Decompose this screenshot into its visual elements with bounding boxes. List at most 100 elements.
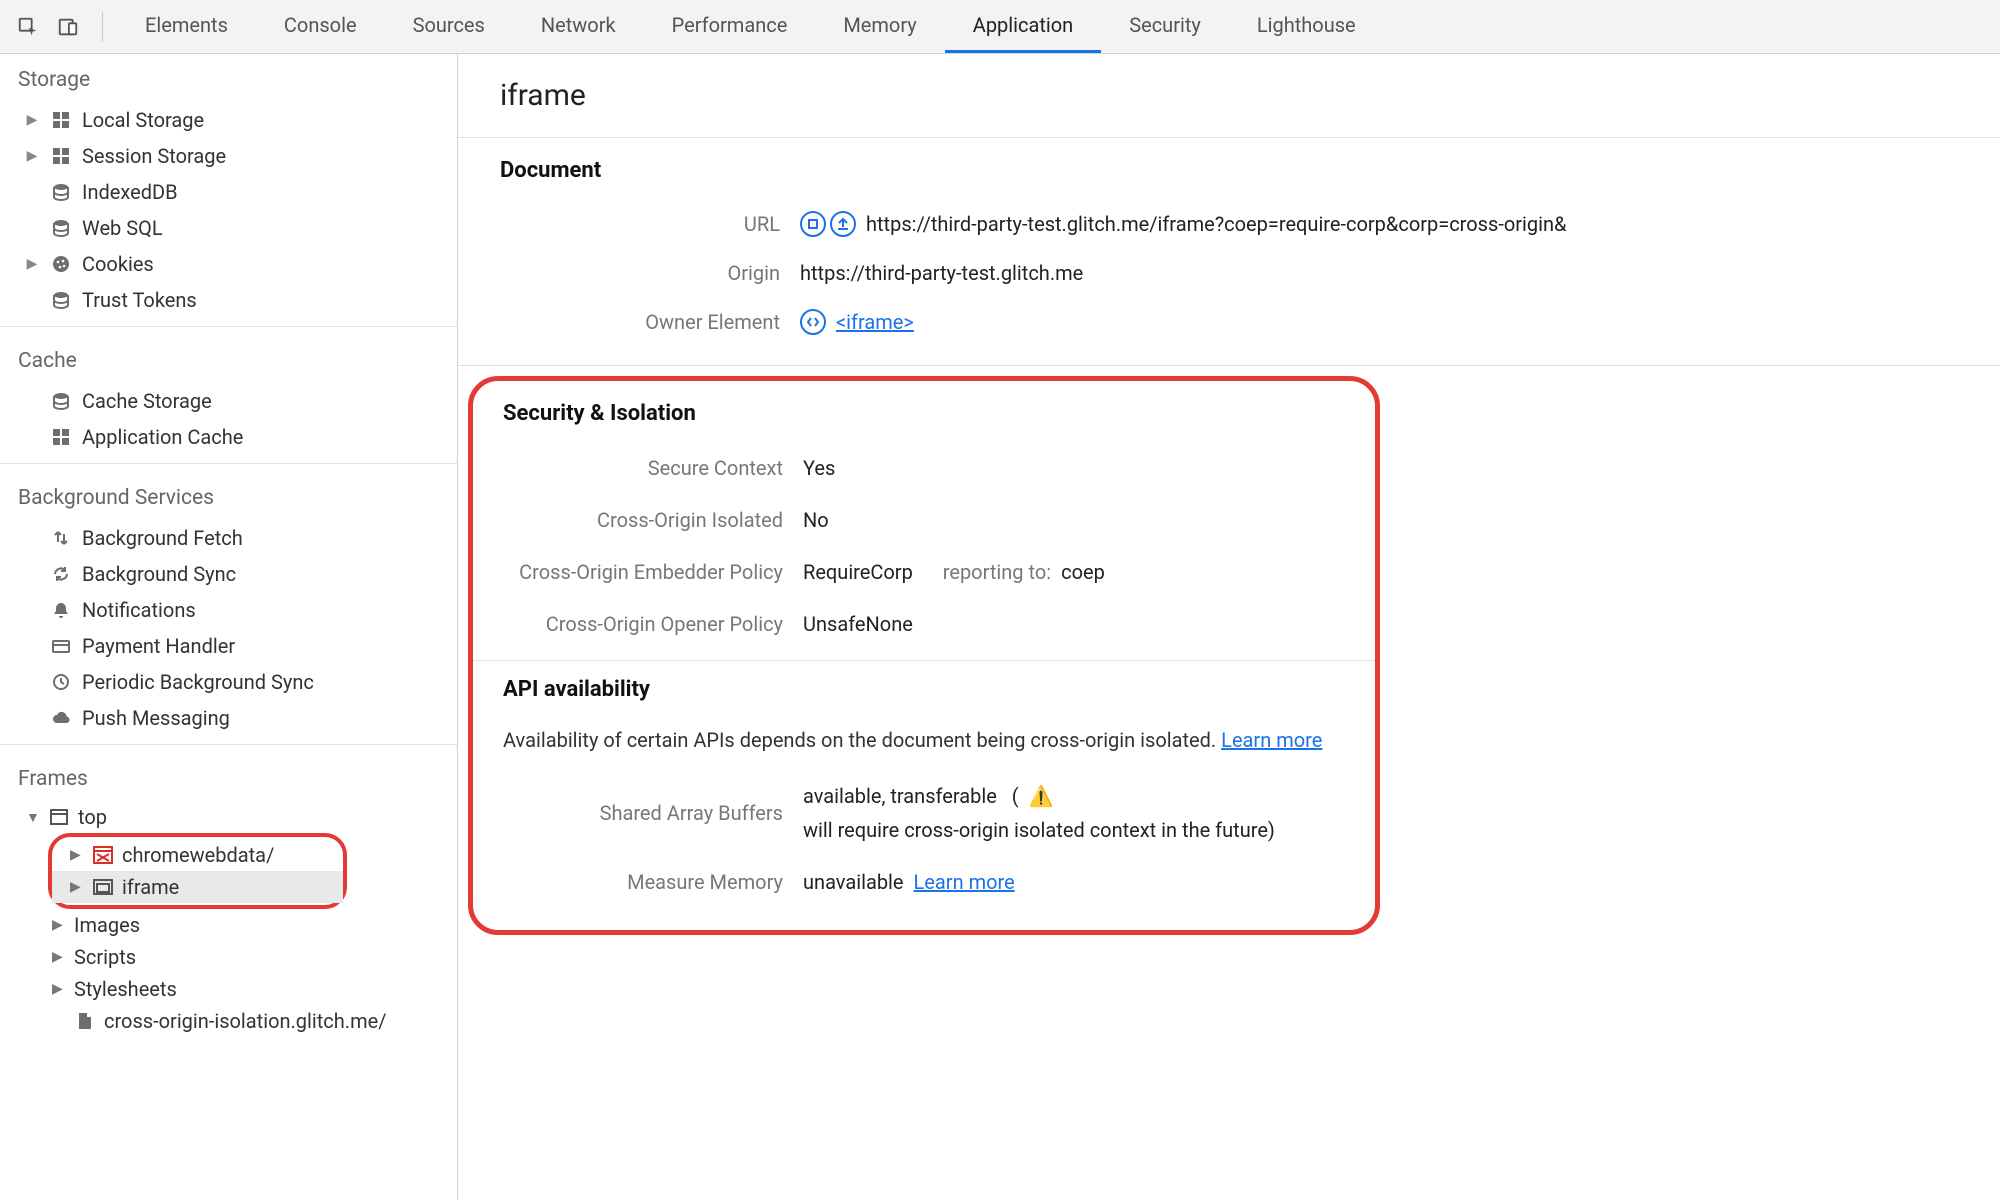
topbar-tool-icons — [10, 15, 92, 39]
value-measure-memory: unavailable — [803, 870, 904, 894]
frame-folder-images[interactable]: ▶ Images — [16, 909, 457, 941]
frame-folder-stylesheets[interactable]: ▶ Stylesheets — [16, 973, 457, 1005]
row-measure-memory: Measure Memory unavailable Learn more — [503, 856, 1345, 908]
device-toolbar-icon[interactable] — [56, 15, 80, 39]
sidebar-item-periodic-sync[interactable]: Periodic Background Sync — [0, 664, 457, 700]
expand-arrow-icon[interactable]: ▼ — [26, 809, 40, 826]
expand-arrow-icon[interactable]: ▶ — [52, 917, 66, 933]
value-coop: UnsafeNone — [803, 612, 913, 636]
expand-arrow-icon[interactable]: ▶ — [24, 112, 40, 128]
open-in-new-icon[interactable] — [830, 211, 856, 237]
owner-element-link[interactable]: <iframe> — [836, 310, 914, 334]
grid-icon — [50, 145, 72, 167]
coep-reporting-value: coep — [1061, 560, 1105, 584]
sync-icon — [50, 563, 72, 585]
api-availability-desc: Availability of certain APIs depends on … — [503, 718, 1345, 770]
api-availability-section: API availability Availability of certain… — [493, 671, 1355, 908]
document-section: Document URL https://third-party-test.gl… — [458, 138, 2000, 359]
divider — [102, 12, 103, 42]
sidebar-item-label: Notifications — [82, 598, 196, 622]
sidebar-item-session-storage[interactable]: ▶ Session Storage — [0, 138, 457, 174]
frame-file[interactable]: cross-origin-isolation.glitch.me/ — [16, 1005, 457, 1037]
sidebar-item-label: Web SQL — [82, 216, 163, 240]
frame-folder-scripts[interactable]: ▶ Scripts — [16, 941, 457, 973]
section-heading-security: Security & Isolation — [503, 401, 1345, 426]
learn-more-link[interactable]: Learn more — [914, 870, 1015, 894]
frame-label: Images — [74, 913, 140, 937]
database-icon — [50, 289, 72, 311]
database-icon — [50, 181, 72, 203]
transfer-icon — [50, 527, 72, 549]
frame-iframe[interactable]: ▶ iframe — [52, 871, 343, 903]
origin-value: https://third-party-test.glitch.me — [800, 261, 1083, 285]
sidebar-item-label: Cookies — [82, 252, 154, 276]
sidebar-item-payment-handler[interactable]: Payment Handler — [0, 628, 457, 664]
grid-icon — [50, 426, 72, 448]
label-coop: Cross-Origin Opener Policy — [503, 612, 783, 636]
clock-icon — [50, 671, 72, 693]
sidebar-item-label: Payment Handler — [82, 634, 235, 658]
sidebar-item-label: Local Storage — [82, 108, 204, 132]
tab-sources[interactable]: Sources — [385, 0, 513, 53]
page-title: iframe — [458, 54, 2000, 138]
expand-arrow-icon[interactable]: ▶ — [24, 148, 40, 164]
sidebar-item-websql[interactable]: Web SQL — [0, 210, 457, 246]
label-coep: Cross-Origin Embedder Policy — [458, 560, 783, 584]
label-measure-memory: Measure Memory — [503, 870, 783, 894]
expand-arrow-icon[interactable]: ▶ — [52, 949, 66, 965]
sidebar-item-background-sync[interactable]: Background Sync — [0, 556, 457, 592]
expand-arrow-icon[interactable]: ▶ — [70, 847, 84, 863]
sidebar-item-cache-storage[interactable]: Cache Storage — [0, 383, 457, 419]
inspect-element-icon[interactable] — [16, 15, 40, 39]
sidebar-item-indexeddb[interactable]: IndexedDB — [0, 174, 457, 210]
expand-arrow-icon[interactable]: ▶ — [24, 256, 40, 272]
tab-lighthouse[interactable]: Lighthouse — [1229, 0, 1384, 53]
copy-icon[interactable] — [800, 211, 826, 237]
application-sidebar[interactable]: Storage ▶ Local Storage ▶ Session Storag… — [0, 54, 458, 1200]
iframe-icon — [92, 877, 114, 897]
cloud-icon — [50, 707, 72, 729]
sidebar-section-cache: Cache — [0, 335, 457, 383]
sidebar-item-cookies[interactable]: ▶ Cookies — [0, 246, 457, 282]
frame-label: chromewebdata/ — [122, 843, 274, 867]
sidebar-item-trust-tokens[interactable]: Trust Tokens — [0, 282, 457, 318]
tab-elements[interactable]: Elements — [117, 0, 256, 53]
label-owner-element: Owner Element — [500, 310, 780, 334]
tab-application[interactable]: Application — [945, 0, 1101, 53]
tab-security[interactable]: Security — [1101, 0, 1229, 53]
bell-icon — [50, 599, 72, 621]
frame-top[interactable]: ▼ top — [16, 801, 457, 833]
sidebar-item-label: Periodic Background Sync — [82, 670, 314, 694]
expand-arrow-icon[interactable]: ▶ — [52, 981, 66, 997]
devtools-tabs: Elements Console Sources Network Perform… — [117, 0, 1384, 53]
learn-more-link[interactable]: Learn more — [1221, 728, 1322, 752]
cookie-icon — [50, 253, 72, 275]
sidebar-item-label: Session Storage — [82, 144, 226, 168]
tab-performance[interactable]: Performance — [644, 0, 816, 53]
sidebar-item-local-storage[interactable]: ▶ Local Storage — [0, 102, 457, 138]
sidebar-item-application-cache[interactable]: Application Cache — [0, 419, 457, 455]
row-url: URL https://third-party-test.glitch.me/i… — [500, 199, 1958, 249]
security-section: Security & Isolation Secure Context Yes … — [493, 395, 1355, 650]
tab-network[interactable]: Network — [513, 0, 644, 53]
tab-memory[interactable]: Memory — [815, 0, 944, 53]
divider — [0, 326, 457, 327]
url-value: https://third-party-test.glitch.me/ifram… — [866, 212, 1566, 236]
sidebar-item-push-messaging[interactable]: Push Messaging — [0, 700, 457, 736]
sidebar-item-notifications[interactable]: Notifications — [0, 592, 457, 628]
element-tag-icon[interactable] — [800, 309, 826, 335]
sidebar-item-background-fetch[interactable]: Background Fetch — [0, 520, 457, 556]
sidebar-item-label: Application Cache — [82, 425, 243, 449]
sidebar-item-label: Cache Storage — [82, 389, 212, 413]
row-coop: Cross-Origin Opener Policy UnsafeNone — [503, 598, 1345, 650]
frame-label: top — [78, 805, 107, 829]
label-sab: Shared Array Buffers — [503, 801, 783, 825]
expand-arrow-icon[interactable]: ▶ — [70, 879, 84, 895]
divider — [458, 365, 2000, 366]
sidebar-item-label: Trust Tokens — [82, 288, 197, 312]
frame-chromewebdata[interactable]: ▶ chromewebdata/ — [52, 839, 343, 871]
security-highlight-box: Security & Isolation Secure Context Yes … — [468, 376, 1380, 935]
label-origin: Origin — [500, 261, 780, 285]
frame-label: Scripts — [74, 945, 136, 969]
tab-console[interactable]: Console — [256, 0, 385, 53]
